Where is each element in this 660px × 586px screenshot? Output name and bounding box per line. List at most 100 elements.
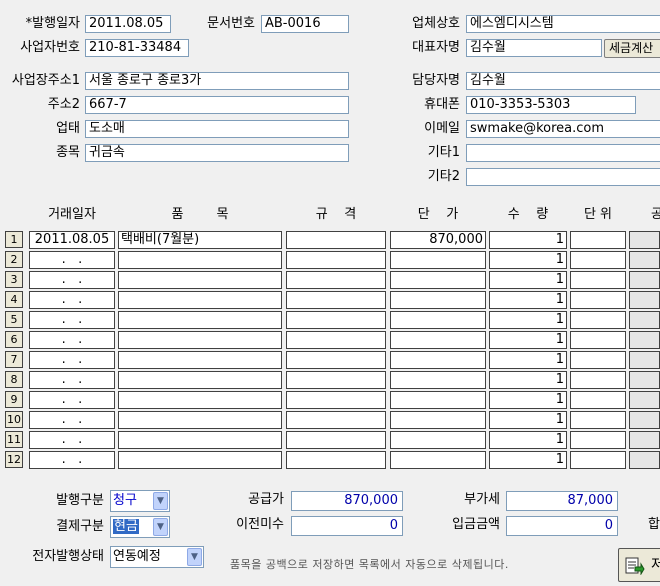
vat-amount[interactable]: 87,000 bbox=[506, 491, 618, 511]
row-item-cell[interactable] bbox=[118, 351, 282, 369]
addr2-input[interactable]: 667-7 bbox=[85, 96, 349, 114]
row-date-cell[interactable]: . . bbox=[29, 311, 115, 329]
row-supply-cell[interactable] bbox=[629, 231, 660, 249]
row-supply-cell[interactable] bbox=[629, 431, 660, 449]
row-number[interactable]: 2 bbox=[5, 251, 23, 268]
row-date-cell[interactable]: . . bbox=[29, 451, 115, 469]
row-item-cell[interactable] bbox=[118, 251, 282, 269]
row-qty-cell[interactable]: 1 bbox=[489, 351, 567, 369]
row-price-cell[interactable] bbox=[390, 291, 486, 309]
row-unit-cell[interactable] bbox=[570, 391, 626, 409]
deposit-amount[interactable]: 0 bbox=[506, 516, 618, 536]
row-supply-cell[interactable] bbox=[629, 251, 660, 269]
row-item-cell[interactable] bbox=[118, 291, 282, 309]
row-qty-cell[interactable]: 1 bbox=[489, 231, 567, 249]
row-number[interactable]: 8 bbox=[5, 371, 23, 388]
row-item-cell[interactable] bbox=[118, 411, 282, 429]
row-spec-cell[interactable] bbox=[286, 391, 386, 409]
row-qty-cell[interactable]: 1 bbox=[489, 391, 567, 409]
row-date-cell[interactable]: 2011.08.05 bbox=[29, 231, 115, 249]
issue-type-select[interactable]: 청구 ▼ bbox=[110, 490, 170, 512]
row-date-cell[interactable]: . . bbox=[29, 371, 115, 389]
row-item-cell[interactable] bbox=[118, 371, 282, 389]
email-input[interactable]: swmake@korea.com bbox=[466, 120, 660, 138]
row-qty-cell[interactable]: 1 bbox=[489, 451, 567, 469]
row-supply-cell[interactable] bbox=[629, 411, 660, 429]
manager-input[interactable]: 김수월 bbox=[466, 72, 660, 90]
row-qty-cell[interactable]: 1 bbox=[489, 271, 567, 289]
row-date-cell[interactable]: . . bbox=[29, 251, 115, 269]
row-item-cell[interactable] bbox=[118, 451, 282, 469]
row-date-cell[interactable]: . . bbox=[29, 351, 115, 369]
ceo-input[interactable]: 김수월 bbox=[466, 39, 602, 57]
e-status-select[interactable]: 연동예정 ▼ bbox=[110, 546, 204, 568]
row-spec-cell[interactable] bbox=[286, 311, 386, 329]
row-unit-cell[interactable] bbox=[570, 311, 626, 329]
row-unit-cell[interactable] bbox=[570, 331, 626, 349]
row-price-cell[interactable] bbox=[390, 271, 486, 289]
row-spec-cell[interactable] bbox=[286, 231, 386, 249]
chevron-down-icon[interactable]: ▼ bbox=[187, 548, 202, 566]
row-unit-cell[interactable] bbox=[570, 251, 626, 269]
row-unit-cell[interactable] bbox=[570, 291, 626, 309]
etc1-input[interactable] bbox=[466, 144, 660, 162]
row-unit-cell[interactable] bbox=[570, 371, 626, 389]
row-number[interactable]: 5 bbox=[5, 311, 23, 328]
row-spec-cell[interactable] bbox=[286, 271, 386, 289]
row-price-cell[interactable]: 870,000 bbox=[390, 231, 486, 249]
row-item-cell[interactable] bbox=[118, 331, 282, 349]
row-number[interactable]: 11 bbox=[5, 431, 23, 448]
row-spec-cell[interactable] bbox=[286, 411, 386, 429]
row-qty-cell[interactable]: 1 bbox=[489, 311, 567, 329]
row-item-cell[interactable] bbox=[118, 311, 282, 329]
row-number[interactable]: 6 bbox=[5, 331, 23, 348]
row-unit-cell[interactable] bbox=[570, 451, 626, 469]
tax-invoice-button[interactable]: 세금계산 bbox=[604, 39, 660, 58]
row-supply-cell[interactable] bbox=[629, 351, 660, 369]
chevron-down-icon[interactable]: ▼ bbox=[153, 518, 168, 536]
row-qty-cell[interactable]: 1 bbox=[489, 411, 567, 429]
pay-type-select[interactable]: 현금 ▼ bbox=[110, 516, 170, 538]
row-unit-cell[interactable] bbox=[570, 431, 626, 449]
issue-date-input[interactable]: 2011.08.05 bbox=[85, 15, 171, 33]
row-date-cell[interactable]: . . bbox=[29, 391, 115, 409]
biz-no-input[interactable]: 210-81-33484 bbox=[85, 39, 189, 57]
row-date-cell[interactable]: . . bbox=[29, 431, 115, 449]
row-date-cell[interactable]: . . bbox=[29, 291, 115, 309]
mobile-input[interactable]: 010-3353-5303 bbox=[466, 96, 636, 114]
row-price-cell[interactable] bbox=[390, 451, 486, 469]
row-price-cell[interactable] bbox=[390, 351, 486, 369]
row-item-cell[interactable]: 택배비(7월분) bbox=[118, 231, 282, 249]
row-supply-cell[interactable] bbox=[629, 451, 660, 469]
row-spec-cell[interactable] bbox=[286, 291, 386, 309]
row-date-cell[interactable]: . . bbox=[29, 411, 115, 429]
row-item-cell[interactable] bbox=[118, 431, 282, 449]
row-spec-cell[interactable] bbox=[286, 331, 386, 349]
row-supply-cell[interactable] bbox=[629, 331, 660, 349]
chevron-down-icon[interactable]: ▼ bbox=[153, 492, 168, 510]
row-number[interactable]: 4 bbox=[5, 291, 23, 308]
row-spec-cell[interactable] bbox=[286, 251, 386, 269]
row-item-cell[interactable] bbox=[118, 391, 282, 409]
row-qty-cell[interactable]: 1 bbox=[489, 431, 567, 449]
item-type-input[interactable]: 귀금속 bbox=[85, 144, 349, 162]
row-number[interactable]: 12 bbox=[5, 451, 23, 468]
row-price-cell[interactable] bbox=[390, 311, 486, 329]
row-price-cell[interactable] bbox=[390, 251, 486, 269]
row-price-cell[interactable] bbox=[390, 431, 486, 449]
supply-amount[interactable]: 870,000 bbox=[291, 491, 403, 511]
row-unit-cell[interactable] bbox=[570, 231, 626, 249]
row-supply-cell[interactable] bbox=[629, 271, 660, 289]
row-number[interactable]: 9 bbox=[5, 391, 23, 408]
row-number[interactable]: 3 bbox=[5, 271, 23, 288]
row-spec-cell[interactable] bbox=[286, 351, 386, 369]
row-unit-cell[interactable] bbox=[570, 411, 626, 429]
row-supply-cell[interactable] bbox=[629, 391, 660, 409]
row-date-cell[interactable]: . . bbox=[29, 271, 115, 289]
row-spec-cell[interactable] bbox=[286, 451, 386, 469]
company-input[interactable]: 에스엠디시스템 bbox=[466, 15, 660, 33]
row-qty-cell[interactable]: 1 bbox=[489, 371, 567, 389]
save-button[interactable]: 저 bbox=[618, 548, 660, 582]
etc2-input[interactable] bbox=[466, 168, 660, 186]
row-unit-cell[interactable] bbox=[570, 271, 626, 289]
